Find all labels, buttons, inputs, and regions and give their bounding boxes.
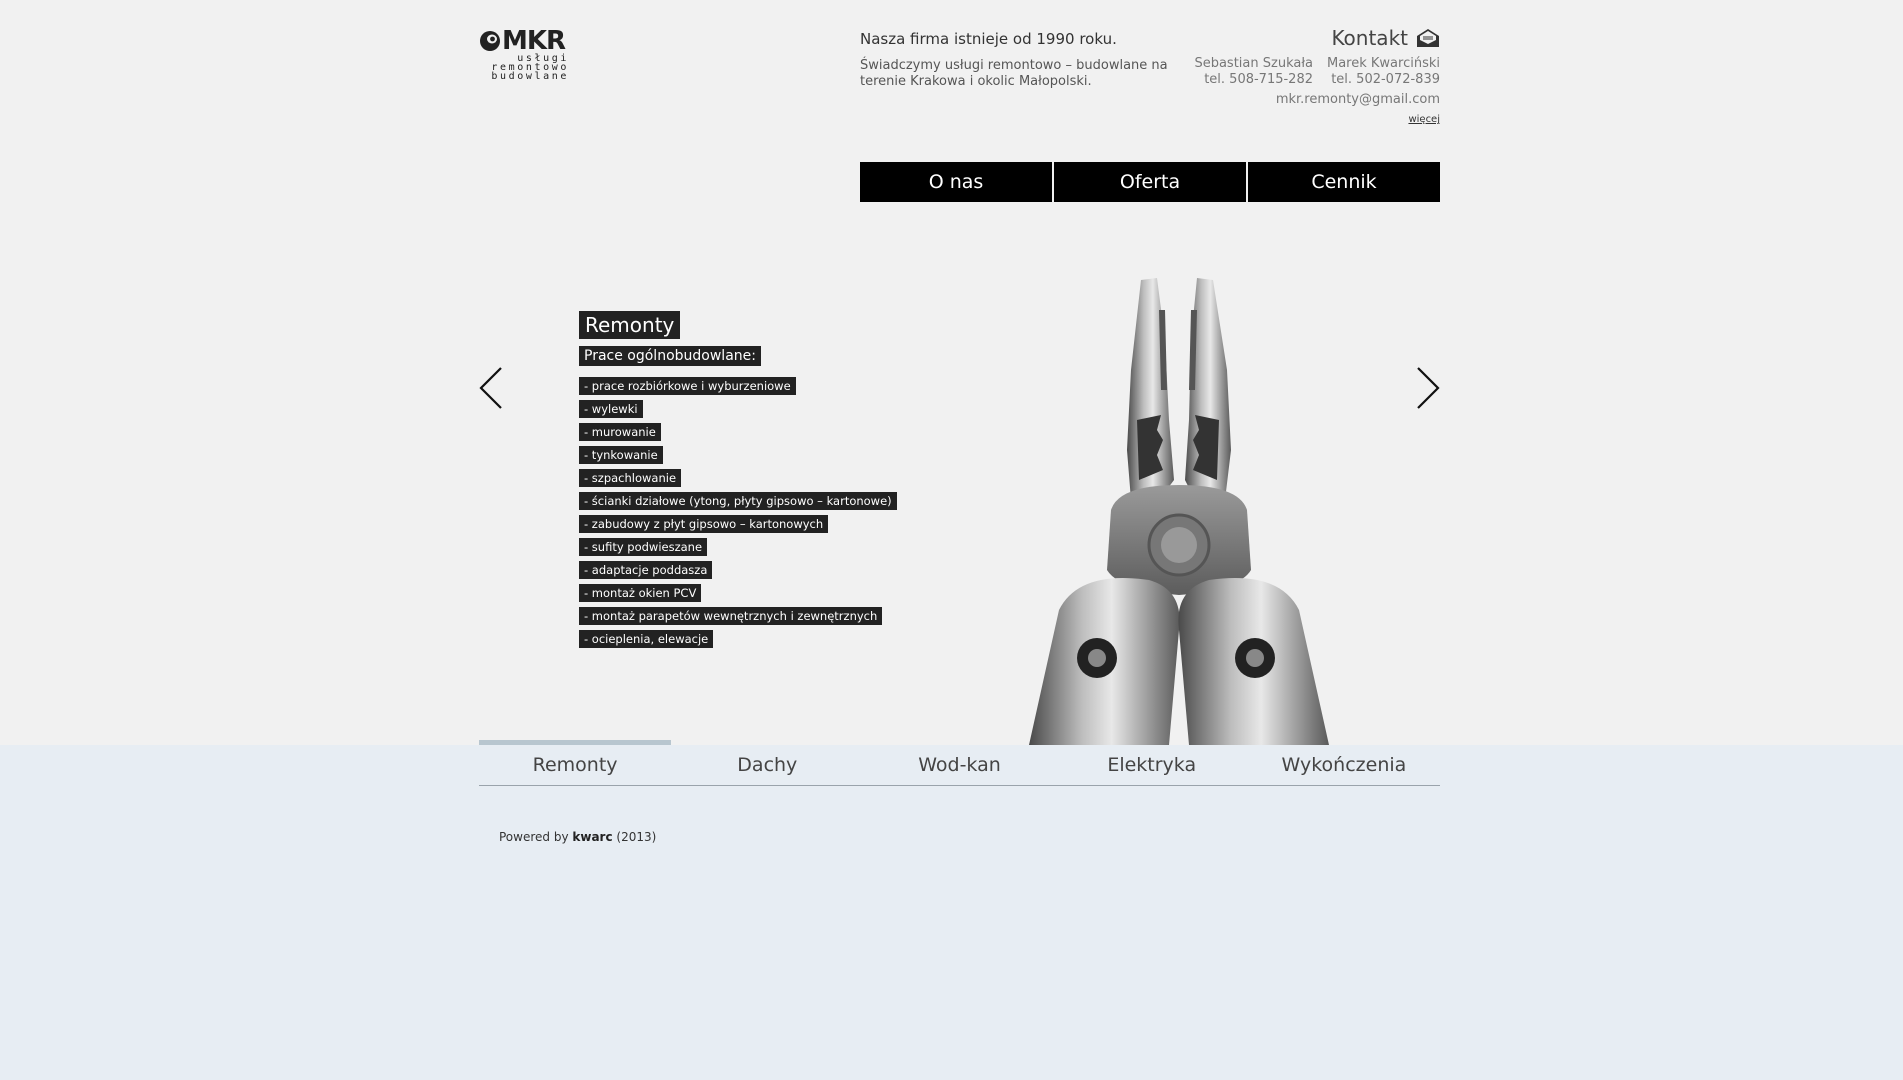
footer-year: (2013) — [616, 830, 657, 844]
logo-mark: MKR — [479, 28, 574, 54]
footer: Powered by kwarc (2013) — [499, 830, 656, 844]
person-phone: tel. 502-072-839 — [1331, 72, 1440, 87]
service-list: - prace rozbiórkowe i wyburzeniowe - wyl… — [579, 375, 897, 648]
tab-remonty[interactable]: Remonty — [479, 740, 672, 785]
footer-prefix: Powered by — [499, 830, 569, 844]
tab-wykonczenia[interactable]: Wykończenia — [1248, 740, 1440, 785]
about-description: Świadczymy usługi remontowo – budowlane … — [860, 58, 1168, 89]
menu-item-oferta[interactable]: Oferta — [1054, 162, 1246, 202]
service-item: - zabudowy z płyt gipsowo – kartonowych — [579, 515, 829, 533]
list-item: - sufity podwieszane — [579, 536, 897, 556]
chevron-left-icon[interactable] — [479, 366, 503, 410]
person-name: Sebastian Szukała — [1194, 56, 1313, 71]
pliers-illustration — [1029, 278, 1329, 745]
tab-dachy[interactable]: Dachy — [671, 740, 863, 785]
slide-content: Remonty Prace ogólnobudowlane: - prace r… — [579, 311, 897, 651]
list-item: - szpachlowanie — [579, 467, 897, 487]
list-item: - tynkowanie — [579, 444, 897, 464]
logo[interactable]: MKR usługi remontowo budowlane — [479, 28, 574, 88]
service-item: - montaż okien PCV — [579, 584, 702, 602]
service-item: - sufity podwieszane — [579, 538, 708, 556]
service-item: - szpachlowanie — [579, 469, 682, 487]
tab-wod-kan[interactable]: Wod-kan — [863, 740, 1055, 785]
envelope-icon[interactable] — [1416, 28, 1440, 48]
service-item: - prace rozbiórkowe i wyburzeniowe — [579, 377, 796, 395]
service-item: - ścianki działowe (ytong, płyty gipsowo… — [579, 492, 897, 510]
contact-person: Marek Kwarciński tel. 502-072-839 — [1327, 56, 1440, 88]
list-item: - ocieplenia, elewacje — [579, 628, 897, 648]
page-wrapper: MKR usługi remontowo budowlane Nasza fir… — [479, 0, 1440, 1080]
person-phone: tel. 508-715-282 — [1204, 72, 1313, 87]
menu-item-cennik[interactable]: Cennik — [1248, 162, 1440, 202]
menu-item-o-nas[interactable]: O nas — [860, 162, 1052, 202]
service-item: - murowanie — [579, 423, 661, 441]
footer-author-link[interactable]: kwarc — [572, 830, 612, 844]
list-item: - montaż parapetów wewnętrznych i zewnęt… — [579, 605, 897, 625]
tab-elektryka[interactable]: Elektryka — [1056, 740, 1248, 785]
logo-eye-icon — [480, 31, 500, 51]
logo-sub-line: budowlane — [491, 71, 569, 82]
contact-title[interactable]: Kontakt — [1331, 26, 1408, 50]
slider: Remonty Prace ogólnobudowlane: - prace r… — [479, 250, 1440, 745]
contact-persons: Sebastian Szukała tel. 508-715-282 Marek… — [1140, 56, 1440, 88]
list-item: - prace rozbiórkowe i wyburzeniowe — [579, 375, 897, 395]
contact-section: Kontakt Sebastian Szukała tel. 508-715-2… — [1140, 26, 1440, 126]
list-item: - adaptacje poddasza — [579, 559, 897, 579]
list-item: - murowanie — [579, 421, 897, 441]
contact-header[interactable]: Kontakt — [1140, 26, 1440, 50]
service-item: - montaż parapetów wewnętrznych i zewnęt… — [579, 607, 883, 625]
person-name: Marek Kwarciński — [1327, 56, 1440, 71]
main-menu: O nas Oferta Cennik — [860, 162, 1440, 202]
service-item: - tynkowanie — [579, 446, 663, 464]
about-founded: Nasza firma istnieje od 1990 roku. — [860, 30, 1117, 48]
list-item: - montaż okien PCV — [579, 582, 897, 602]
service-item: - wylewki — [579, 400, 643, 418]
contact-email[interactable]: mkr.remonty@gmail.com — [1140, 92, 1440, 107]
service-item: - ocieplenia, elewacje — [579, 630, 714, 648]
list-item: - zabudowy z płyt gipsowo – kartonowych — [579, 513, 897, 533]
logo-subtitle: usługi remontowo budowlane — [479, 54, 569, 82]
slide-title: Remonty — [579, 311, 681, 339]
list-item: - wylewki — [579, 398, 897, 418]
category-tabs: Remonty Dachy Wod-kan Elektryka Wykończe… — [479, 740, 1440, 786]
slide-subtitle: Prace ogólnobudowlane: — [579, 346, 761, 366]
more-link[interactable]: więcej — [1408, 114, 1440, 125]
about-section: Nasza firma istnieje od 1990 roku. Świad… — [860, 30, 1180, 90]
service-item: - adaptacje poddasza — [579, 561, 713, 579]
chevron-right-icon[interactable] — [1416, 366, 1440, 410]
contact-person: Sebastian Szukała tel. 508-715-282 — [1194, 56, 1313, 88]
logo-text: MKR — [502, 26, 566, 56]
list-item: - ścianki działowe (ytong, płyty gipsowo… — [579, 490, 897, 510]
